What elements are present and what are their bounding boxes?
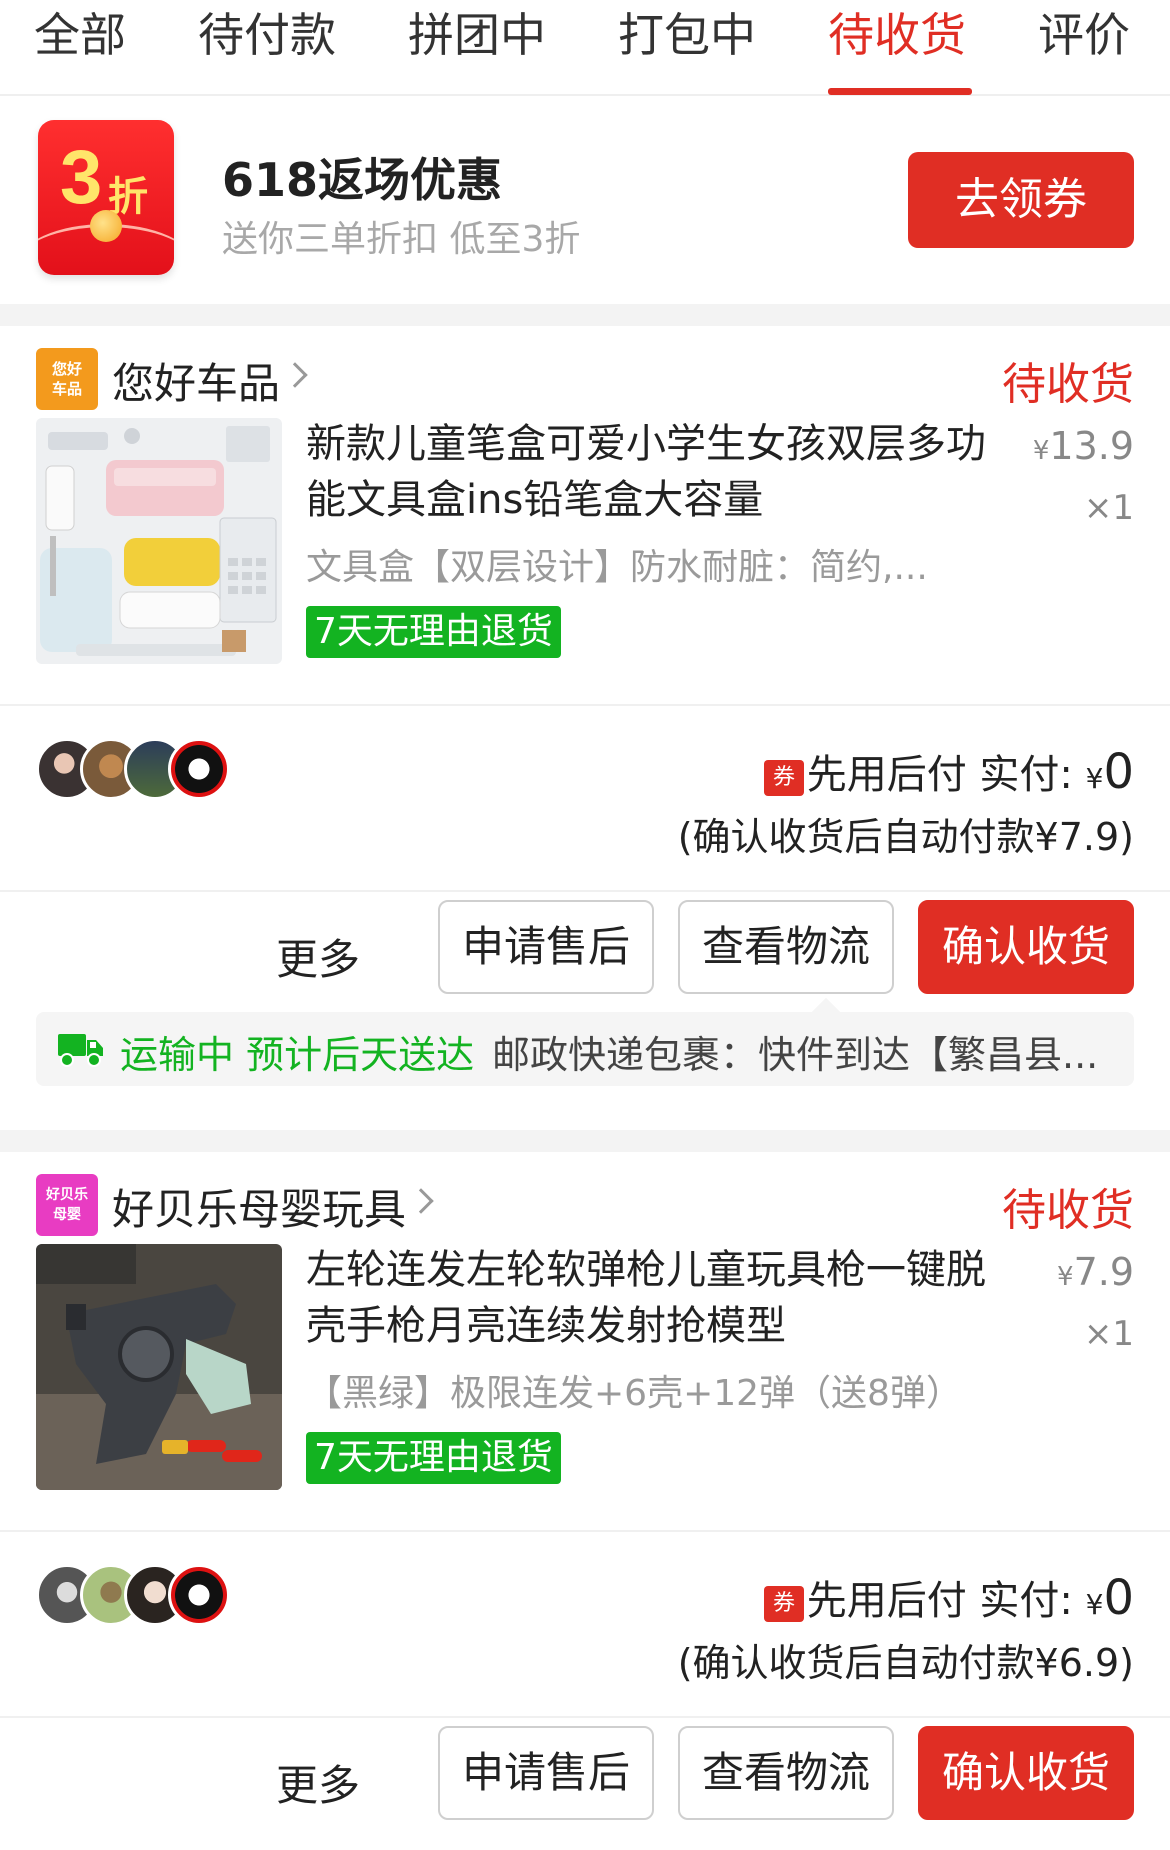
auto-pay-note: (确认收货后自动付款¥6.9) xyxy=(677,1641,1134,1685)
shop-logo[interactable]: 您好 车品 xyxy=(36,348,98,410)
shop-logo-line1: 您好 xyxy=(51,360,82,378)
active-tab-indicator xyxy=(828,88,972,95)
confirm-receipt-button[interactable]: 确认收货 xyxy=(918,1726,1134,1820)
promo-subtitle: 送你三单折扣 低至3折 xyxy=(222,219,581,260)
shop-logo-line1: 好贝乐 xyxy=(46,1187,88,1203)
order-tabs: 全部 待付款 拼团中 打包中 待收货 评价 xyxy=(0,0,1170,96)
tab-group-buying[interactable]: 拼团中 xyxy=(408,0,546,96)
product-spec: 文具盒【双层设计】防水耐脏：简约,... xyxy=(306,547,928,588)
logistics-notch xyxy=(811,997,841,1027)
confirm-receipt-button[interactable]: 确认收货 xyxy=(918,900,1134,994)
truck-icon xyxy=(58,1034,103,1067)
apply-after-sales-button[interactable]: 申请售后 xyxy=(438,1726,654,1820)
order-status: 待收货 xyxy=(1002,359,1134,410)
pay-label: 先用后付 实付: xyxy=(806,1578,1073,1624)
pay-currency: ¥ xyxy=(1085,762,1104,795)
more-button[interactable]: 更多 xyxy=(276,926,360,987)
apply-after-sales-button[interactable]: 申请售后 xyxy=(438,900,654,994)
avatar xyxy=(168,1564,230,1626)
logistics-detail: 邮政快递包裹：快件到达【繁昌县... xyxy=(492,1033,1099,1077)
pay-later-info: 先用后付 实付: ¥0 xyxy=(807,1568,1134,1626)
tab-all[interactable]: 全部 xyxy=(34,0,126,96)
section-separator xyxy=(0,304,1170,326)
tab-pending-receipt[interactable]: 待收货 xyxy=(828,0,966,96)
buyer-avatars xyxy=(36,738,256,800)
product-spec: 【黑绿】极限连发+6壳+12弹（送8弹） xyxy=(306,1373,962,1414)
divider xyxy=(0,890,1170,892)
pay-later-info: 先用后付 实付: ¥0 xyxy=(807,742,1134,800)
return-policy-badge: 7天无理由退货 xyxy=(306,1432,561,1484)
price-value: 7.9 xyxy=(1073,1250,1134,1294)
price-currency: ¥ xyxy=(1057,1262,1074,1292)
logo-number: 3 xyxy=(60,135,103,220)
discount-logo: 3 折 xyxy=(38,120,174,275)
divider xyxy=(0,704,1170,706)
shop-name[interactable]: 好贝乐母婴玩具 xyxy=(112,1176,406,1237)
product-image[interactable] xyxy=(36,1244,282,1490)
shop-logo-line2: 车品 xyxy=(51,380,82,398)
view-logistics-button[interactable]: 查看物流 xyxy=(678,1726,894,1820)
product-price: ¥7.9 xyxy=(1057,1250,1134,1294)
pay-amount: 0 xyxy=(1103,1570,1134,1626)
promo-banner[interactable]: 3 折 618返场优惠 送你三单折扣 低至3折 去领券 xyxy=(0,98,1170,303)
tab-review[interactable]: 评价 xyxy=(1038,0,1130,96)
product-title[interactable]: 新款儿童笔盒可爱小学生女孩双层多功能文具盒ins铅笔盒大容量 xyxy=(306,416,986,528)
product-price: ¥13.9 xyxy=(1033,424,1134,468)
product-quantity: ×1 xyxy=(1083,1314,1134,1354)
product-title[interactable]: 左轮连发左轮软弹枪儿童玩具枪一键脱壳手枪月亮连续发射抢模型 xyxy=(306,1242,986,1354)
price-value: 13.9 xyxy=(1049,424,1134,468)
shop-logo[interactable]: 好贝乐 母婴 xyxy=(36,1174,98,1236)
divider xyxy=(0,1716,1170,1718)
pay-currency: ¥ xyxy=(1085,1588,1104,1621)
view-logistics-button[interactable]: 查看物流 xyxy=(678,900,894,994)
claim-coupon-button[interactable]: 去领券 xyxy=(908,152,1134,248)
price-currency: ¥ xyxy=(1032,436,1050,466)
coupon-icon: 券 xyxy=(764,1586,804,1622)
shop-name[interactable]: 您好车品 xyxy=(112,350,280,411)
shop-logo-line2: 母婴 xyxy=(53,1207,81,1223)
coupon-icon: 券 xyxy=(764,760,804,796)
buyer-avatars xyxy=(36,1564,256,1626)
tab-packing[interactable]: 打包中 xyxy=(618,0,756,96)
chevron-right-icon[interactable] xyxy=(408,1188,434,1214)
product-quantity: ×1 xyxy=(1083,488,1134,528)
logistics-status: 运输中 预计后天送达 xyxy=(120,1033,475,1077)
order-card: 好贝乐 母婴 好贝乐母婴玩具 待收货 左轮连发左轮软弹枪儿童玩具枪一键脱壳手枪月… xyxy=(0,1174,1170,1850)
logistics-bar[interactable]: 运输中 预计后天送达 邮政快递包裹：快件到达【繁昌县... xyxy=(36,997,1134,1086)
section-separator xyxy=(0,1130,1170,1152)
pay-label: 先用后付 实付: xyxy=(806,752,1073,798)
avatar xyxy=(168,738,230,800)
product-image[interactable] xyxy=(36,418,282,664)
promo-title: 618返场优惠 xyxy=(222,153,503,207)
chevron-right-icon[interactable] xyxy=(282,362,308,388)
return-policy-badge: 7天无理由退货 xyxy=(306,606,561,658)
order-card: 您好 车品 您好车品 待收货 新款儿童笔盒可爱小学生女孩双层多功能文具盒ins铅… xyxy=(0,348,1170,1128)
more-button[interactable]: 更多 xyxy=(276,1752,360,1813)
order-status: 待收货 xyxy=(1002,1185,1134,1236)
tab-pending-payment[interactable]: 待付款 xyxy=(198,0,336,96)
divider xyxy=(0,1530,1170,1532)
coin-icon xyxy=(90,210,122,242)
auto-pay-note: (确认收货后自动付款¥7.9) xyxy=(677,815,1134,859)
pay-amount: 0 xyxy=(1103,744,1134,800)
